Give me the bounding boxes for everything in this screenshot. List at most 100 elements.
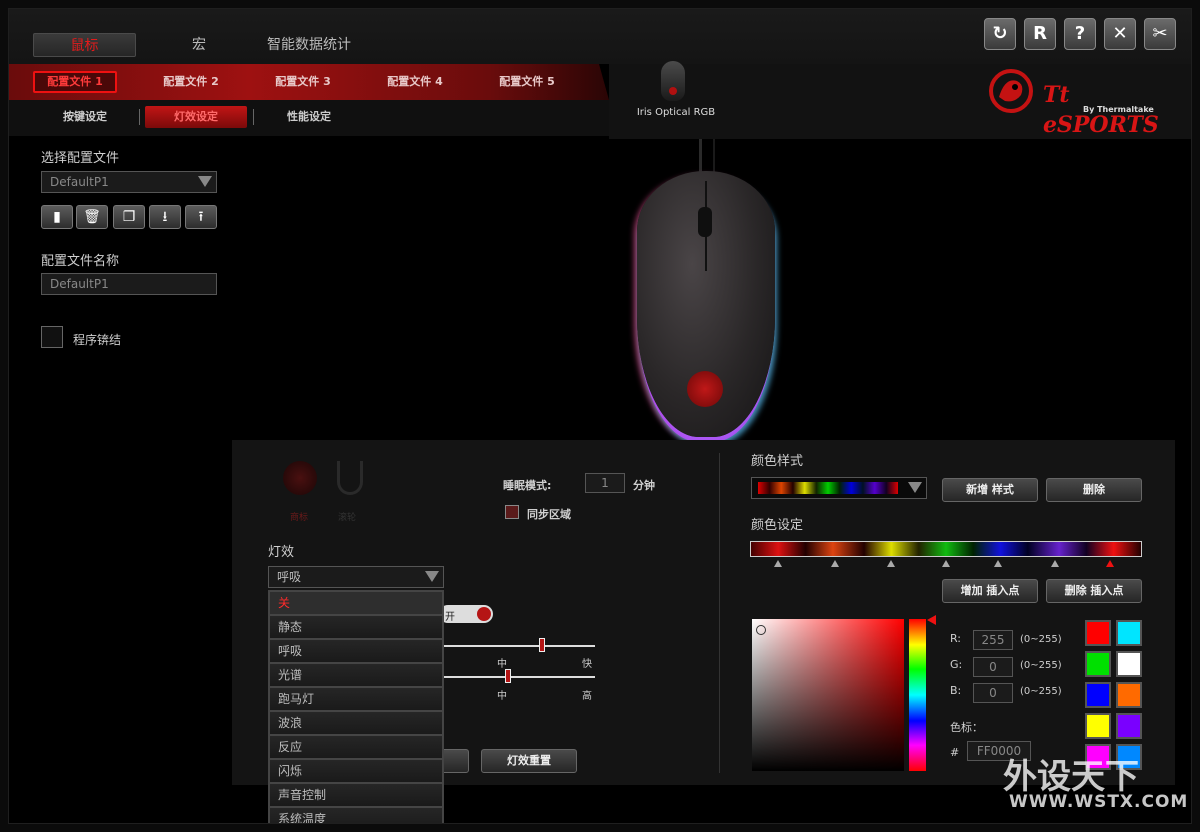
tab-mouse[interactable]: 鼠标 bbox=[33, 33, 136, 57]
help-icon[interactable]: ? bbox=[1064, 18, 1096, 50]
gradient-stop-selected[interactable] bbox=[1106, 560, 1114, 567]
tab-statistics[interactable]: 智能数据统计 bbox=[249, 33, 369, 57]
b-range: (0~255) bbox=[1020, 686, 1062, 697]
hue-slider[interactable] bbox=[909, 619, 926, 771]
tab-profile-2[interactable]: 配置文件 2 bbox=[149, 71, 233, 93]
gradient-stop[interactable] bbox=[831, 560, 839, 567]
sleep-label: 睡眠模式: bbox=[503, 479, 552, 492]
effect-option-wave[interactable]: 波浪 bbox=[269, 711, 443, 735]
import-icon[interactable]: ⭳ bbox=[149, 205, 181, 229]
hue-pointer-icon[interactable] bbox=[927, 615, 936, 625]
mouse-logo-zone[interactable] bbox=[687, 371, 723, 407]
brand-sub: By Thermaltake bbox=[1083, 105, 1154, 114]
color-swatch[interactable] bbox=[1116, 713, 1142, 739]
gradient-stop[interactable] bbox=[942, 560, 950, 567]
brightness-slider[interactable] bbox=[439, 676, 595, 678]
profile-select-value: DefaultP1 bbox=[50, 175, 109, 189]
chevron-down-icon bbox=[908, 482, 922, 493]
effect-select-value: 呼吸 bbox=[277, 570, 302, 584]
effect-option-marquee[interactable]: 跑马灯 bbox=[269, 687, 443, 711]
delete-point-button[interactable]: 删除 插入点 bbox=[1046, 579, 1142, 603]
color-swatch[interactable] bbox=[1085, 713, 1111, 739]
hex-label: 色标： bbox=[950, 721, 983, 734]
scroll-zone-icon[interactable] bbox=[337, 461, 363, 495]
refresh-icon[interactable]: ↻ bbox=[984, 18, 1016, 50]
r-label: R: bbox=[950, 632, 962, 645]
effect-option-static[interactable]: 静态 bbox=[269, 615, 443, 639]
tab-profile-5[interactable]: 配置文件 5 bbox=[485, 71, 569, 93]
color-swatch[interactable] bbox=[1085, 620, 1111, 646]
device-thumbnail[interactable] bbox=[661, 61, 685, 101]
divider bbox=[139, 109, 140, 125]
copy-icon[interactable]: ❐ bbox=[113, 205, 145, 229]
speed-slider-knob[interactable] bbox=[539, 638, 545, 652]
sync-label: 同步区域 bbox=[527, 508, 571, 521]
new-style-button[interactable]: 新增 样式 bbox=[942, 478, 1038, 502]
tab-lighting-settings[interactable]: 灯效设定 bbox=[145, 106, 247, 128]
color-swatch[interactable] bbox=[1116, 651, 1142, 677]
close-icon[interactable]: ✕ bbox=[1104, 18, 1136, 50]
tab-performance-settings[interactable]: 性能设定 bbox=[269, 106, 349, 128]
profile-select[interactable]: DefaultP1 bbox=[41, 171, 217, 193]
program-link-label: 程序锛结 bbox=[73, 333, 122, 347]
select-profile-label: 选择配置文件 bbox=[41, 151, 120, 166]
sleep-input[interactable]: 1 bbox=[585, 473, 625, 493]
program-link-checkbox[interactable] bbox=[41, 326, 63, 348]
color-style-label: 颜色样式 bbox=[751, 454, 804, 469]
effect-dropdown-menu: 关 静态 呼吸 光谱 跑马灯 波浪 反应 闪烁 声音控制 系统温度 bbox=[268, 590, 444, 823]
panel-divider bbox=[719, 453, 720, 773]
divider bbox=[253, 109, 254, 125]
color-style-select[interactable] bbox=[751, 477, 927, 499]
color-swatch[interactable] bbox=[1085, 651, 1111, 677]
effect-option-flash[interactable]: 闪烁 bbox=[269, 759, 443, 783]
mouse-render bbox=[637, 171, 775, 437]
brightness-slider-knob[interactable] bbox=[505, 669, 511, 683]
effect-select[interactable]: 呼吸 bbox=[268, 566, 444, 588]
effect-option-off[interactable]: 关 bbox=[269, 591, 443, 615]
tab-profile-4[interactable]: 配置文件 4 bbox=[373, 71, 457, 93]
scroll-wheel[interactable] bbox=[698, 207, 712, 237]
export-icon[interactable]: ⭱ bbox=[185, 205, 217, 229]
effect-option-temperature[interactable]: 系统温度 bbox=[269, 807, 443, 823]
g-range: (0~255) bbox=[1020, 660, 1062, 671]
gradient-stop[interactable] bbox=[1051, 560, 1059, 567]
chevron-down-icon bbox=[425, 571, 439, 582]
effect-option-breathing[interactable]: 呼吸 bbox=[269, 639, 443, 663]
delete-icon[interactable]: 🗑 bbox=[76, 205, 108, 229]
watermark-text: 外设天下 bbox=[1003, 757, 1139, 797]
sync-checkbox[interactable] bbox=[505, 505, 519, 519]
effect-label: 灯效 bbox=[268, 545, 295, 560]
gradient-stop[interactable] bbox=[774, 560, 782, 567]
logo-zone-icon[interactable] bbox=[283, 461, 317, 495]
color-style-preview bbox=[758, 482, 898, 494]
gradient-stop[interactable] bbox=[887, 560, 895, 567]
tab-macro[interactable]: 宏 bbox=[169, 33, 229, 57]
color-swatch[interactable] bbox=[1085, 682, 1111, 708]
profile-name-input[interactable]: DefaultP1 bbox=[41, 273, 217, 295]
delete-style-button[interactable]: 删除 bbox=[1046, 478, 1142, 502]
color-swatch[interactable] bbox=[1116, 682, 1142, 708]
reset-icon[interactable]: R bbox=[1024, 18, 1056, 50]
app-window: 鼠标 宏 智能数据统计 ↻ R ? ✕ ✂ 配置文件 1 配置文件 2 配置文件… bbox=[8, 8, 1192, 824]
r-input[interactable]: 255 bbox=[973, 630, 1013, 650]
color-picker-area[interactable] bbox=[752, 619, 904, 771]
lighting-reset-button[interactable]: 灯效重置 bbox=[481, 749, 577, 773]
tab-key-settings[interactable]: 按键设定 bbox=[45, 106, 125, 128]
gradient-strip[interactable] bbox=[750, 541, 1142, 557]
tools-icon[interactable]: ✂ bbox=[1144, 18, 1176, 50]
effect-option-audio[interactable]: 声音控制 bbox=[269, 783, 443, 807]
b-input[interactable]: 0 bbox=[973, 683, 1013, 703]
scroll-zone-label: 滚轮 bbox=[338, 513, 357, 523]
speed-slider[interactable] bbox=[439, 645, 595, 647]
effect-option-spectrum[interactable]: 光谱 bbox=[269, 663, 443, 687]
tab-profile-3[interactable]: 配置文件 3 bbox=[261, 71, 345, 93]
color-swatch[interactable] bbox=[1116, 620, 1142, 646]
tab-profile-1[interactable]: 配置文件 1 bbox=[33, 71, 117, 93]
gradient-stop[interactable] bbox=[994, 560, 1002, 567]
add-point-button[interactable]: 增加 插入点 bbox=[942, 579, 1038, 603]
tt-dragon-logo bbox=[987, 67, 1035, 115]
effect-option-reactive[interactable]: 反应 bbox=[269, 735, 443, 759]
g-input[interactable]: 0 bbox=[973, 657, 1013, 677]
g-label: G: bbox=[950, 658, 963, 671]
save-icon[interactable]: ▮ bbox=[41, 205, 73, 229]
